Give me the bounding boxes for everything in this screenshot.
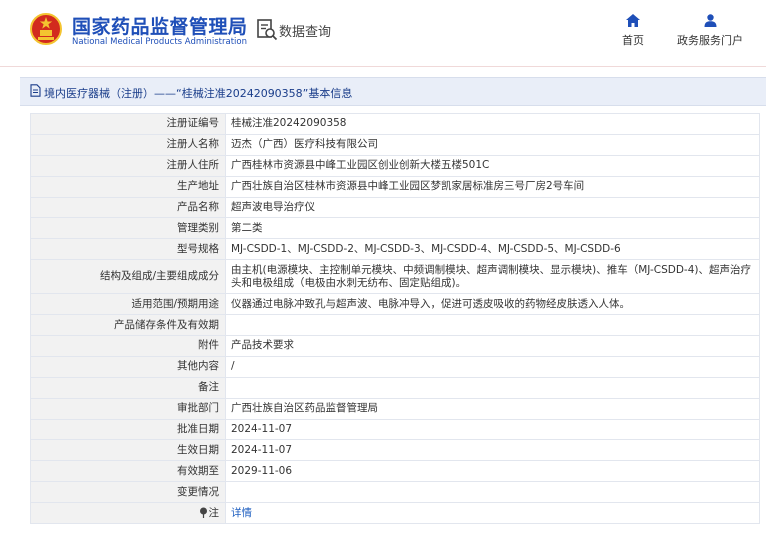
- table-row: 批准日期 2024-11-07: [30, 418, 760, 441]
- field-label: 结构及组成/主要组成成分: [30, 259, 226, 295]
- field-label: 有效期至: [30, 460, 226, 483]
- field-value: 广西壮族自治区桂林市资源县中峰工业园区梦凯家居标准房三号厂房2号车间: [225, 175, 760, 198]
- field-value: 广西桂林市资源县中峰工业园区创业创新大楼五楼501C: [225, 154, 760, 177]
- field-label: 适用范围/预期用途: [30, 293, 226, 316]
- pin-icon: [199, 507, 207, 518]
- table-row: 结构及组成/主要组成成分 由主机(电源模块、主控制单元模块、中频调制模块、超声调…: [30, 259, 760, 295]
- field-label: 管理类别: [30, 217, 226, 240]
- table-row: 生产地址 广西壮族自治区桂林市资源县中峰工业园区梦凯家居标准房三号厂房2号车间: [30, 175, 760, 198]
- table-row: 管理类别 第二类: [30, 217, 760, 240]
- field-value: /: [225, 355, 760, 378]
- field-label: 注册证编号: [30, 113, 226, 135]
- field-value: 广西壮族自治区药品监督管理局: [225, 397, 760, 420]
- field-label: 型号规格: [30, 238, 226, 261]
- field-value: 产品技术要求: [225, 335, 760, 357]
- field-value: [225, 376, 760, 399]
- table-row: 备注: [30, 376, 760, 399]
- document-icon: [30, 84, 41, 97]
- field-value: 桂械注准20242090358: [225, 113, 760, 135]
- table-row: 审批部门 广西壮族自治区药品监督管理局: [30, 397, 760, 420]
- table-row: 注册证编号 桂械注准20242090358: [30, 113, 760, 135]
- table-row: 生效日期 2024-11-07: [30, 439, 760, 462]
- field-value: [225, 314, 760, 337]
- field-label: 生效日期: [30, 439, 226, 462]
- user-icon: [704, 14, 716, 27]
- table-row: 注册人住所 广西桂林市资源县中峰工业园区创业创新大楼五楼501C: [30, 154, 760, 177]
- breadcrumb-text: 境内医疗器械（注册）——“桂械注准20242090358”基本信息: [44, 87, 353, 100]
- table-row: 附件 产品技术要求: [30, 335, 760, 357]
- table-row: 产品储存条件及有效期: [30, 314, 760, 337]
- data-search-icon[interactable]: [256, 18, 278, 42]
- table-row: 注 详情: [30, 502, 760, 525]
- field-value: 2024-11-07: [225, 418, 760, 441]
- header-divider: [0, 66, 766, 67]
- site-header: 国家药品监督管理局 National Medical Products Admi…: [0, 0, 766, 66]
- table-row: 型号规格 MJ-CSDD-1、MJ-CSDD-2、MJ-CSDD-3、MJ-CS…: [30, 238, 760, 261]
- table-row: 适用范围/预期用途 仪器通过电脉冲致孔与超声波、电脉冲导入，促进可透皮吸收的药物…: [30, 293, 760, 316]
- record-detail-table: 注册证编号 桂械注准20242090358 注册人名称 迈杰（广西）医疗科技有限…: [30, 113, 760, 525]
- table-row: 其他内容 /: [30, 355, 760, 378]
- field-label: 批准日期: [30, 418, 226, 441]
- table-row: 有效期至 2029-11-06: [30, 460, 760, 483]
- note-label-cell: 注: [30, 502, 226, 525]
- field-value: 超声波电导治疗仪: [225, 196, 760, 219]
- field-value: MJ-CSDD-1、MJ-CSDD-2、MJ-CSDD-3、MJ-CSDD-4、…: [225, 238, 760, 261]
- nav-home-label: 首页: [622, 34, 644, 47]
- nav-service-label: 政务服务门户: [677, 34, 743, 47]
- field-label: 审批部门: [30, 397, 226, 420]
- field-label: 注册人名称: [30, 133, 226, 156]
- field-label: 备注: [30, 376, 226, 399]
- table-row: 变更情况: [30, 481, 760, 504]
- home-icon: [626, 14, 640, 27]
- nav-service-portal[interactable]: 政务服务门户: [668, 14, 752, 48]
- field-label: 变更情况: [30, 481, 226, 504]
- table-row: 注册人名称 迈杰（广西）医疗科技有限公司: [30, 133, 760, 156]
- data-search-link[interactable]: 数据查询: [279, 21, 331, 40]
- field-value: [225, 481, 760, 504]
- field-value: 2024-11-07: [225, 439, 760, 462]
- field-label: 注册人住所: [30, 154, 226, 177]
- nav-home[interactable]: 首页: [615, 14, 651, 48]
- field-value: 迈杰（广西）医疗科技有限公司: [225, 133, 760, 156]
- field-value: 仪器通过电脉冲致孔与超声波、电脉冲导入，促进可透皮吸收的药物经皮肤透入人体。: [225, 293, 760, 316]
- field-label: 产品名称: [30, 196, 226, 219]
- details-link[interactable]: 详情: [231, 507, 252, 519]
- field-label: 注: [208, 506, 220, 519]
- national-emblem-icon: [30, 13, 62, 45]
- org-name-cn: 国家药品监督管理局: [72, 16, 248, 38]
- field-value-cell: 详情: [225, 502, 760, 525]
- field-label: 其他内容: [30, 355, 226, 378]
- field-label: 产品储存条件及有效期: [30, 314, 226, 337]
- field-label: 附件: [30, 335, 226, 357]
- table-row: 产品名称 超声波电导治疗仪: [30, 196, 760, 219]
- breadcrumb: 境内医疗器械（注册）——“桂械注准20242090358”基本信息: [20, 77, 766, 106]
- field-label: 生产地址: [30, 175, 226, 198]
- org-name-en: National Medical Products Administration: [72, 37, 247, 47]
- field-value: 第二类: [225, 217, 760, 240]
- field-value: 2029-11-06: [225, 460, 760, 483]
- field-value: 由主机(电源模块、主控制单元模块、中频调制模块、超声调制模块、显示模块)、推车（…: [225, 259, 760, 295]
